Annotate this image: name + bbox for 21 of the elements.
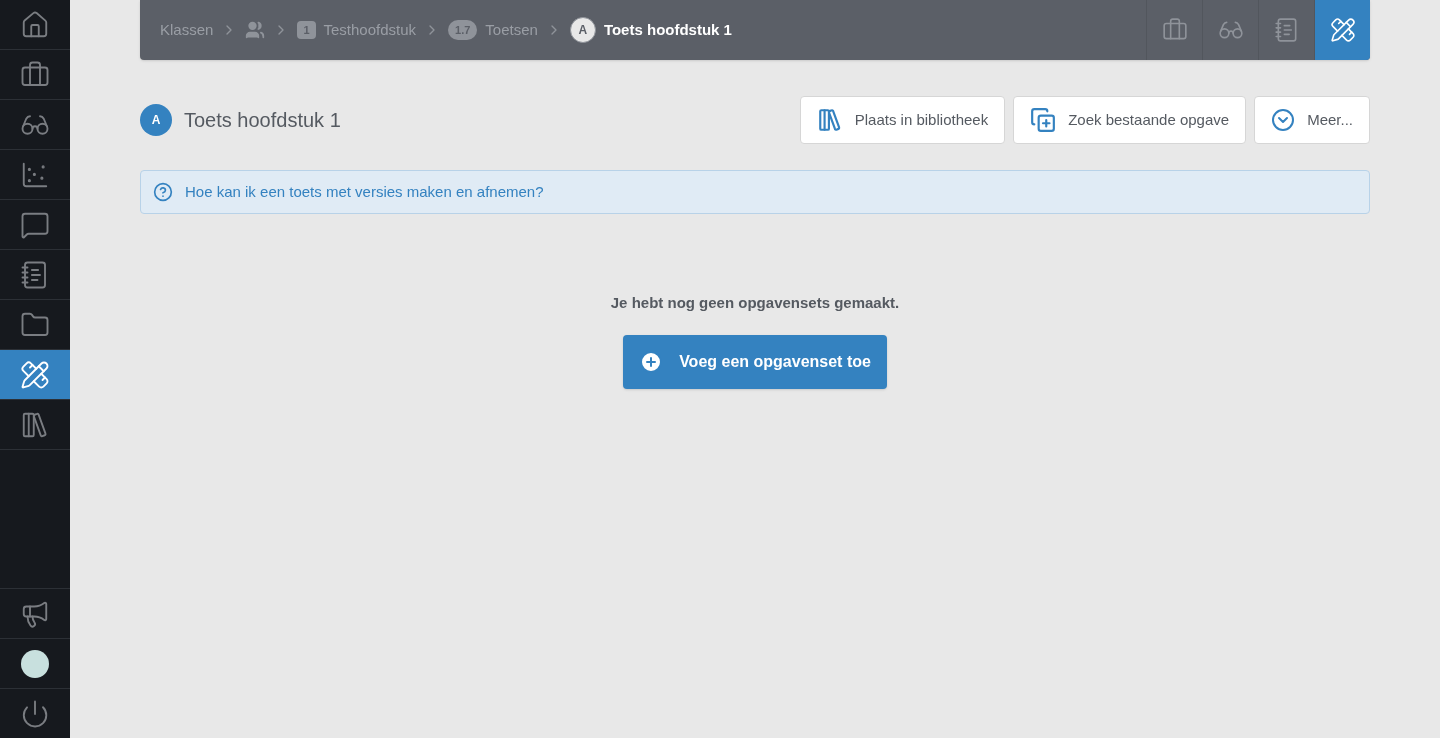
help-icon	[153, 182, 173, 202]
header-tool-button[interactable]	[1314, 0, 1370, 60]
pencil-ruler-icon	[20, 359, 50, 390]
power-icon	[20, 698, 50, 729]
action-button[interactable]: Zoek bestaande opgave	[1013, 96, 1247, 144]
breadcrumb-link[interactable]: A Toets hoofdstuk 1	[569, 17, 732, 43]
action-button[interactable]: Plaats in bibliotheek	[799, 96, 1006, 144]
house-icon	[20, 9, 50, 40]
test-badge: A	[569, 17, 596, 43]
library-icon	[816, 107, 843, 133]
pencil-ruler-icon	[1329, 17, 1356, 43]
empty-message: Je hebt nog geen opgavensets gemaakt.	[610, 293, 900, 313]
add-copy-icon	[1030, 107, 1057, 133]
test-badge: A	[140, 104, 172, 136]
help-link[interactable]: Hoe kan ik een toets met versies maken en afnemen?	[185, 180, 544, 204]
avatar	[21, 649, 49, 678]
breadcrumb-link[interactable]: Klassen	[160, 18, 214, 42]
page-title: Toets hoofdstuk 1	[184, 108, 341, 133]
dropdown-icon	[1271, 108, 1296, 132]
add-set-button[interactable]: Voeg een opgavenset toe	[623, 334, 887, 389]
action-button[interactable]: Meer...	[1254, 96, 1370, 144]
